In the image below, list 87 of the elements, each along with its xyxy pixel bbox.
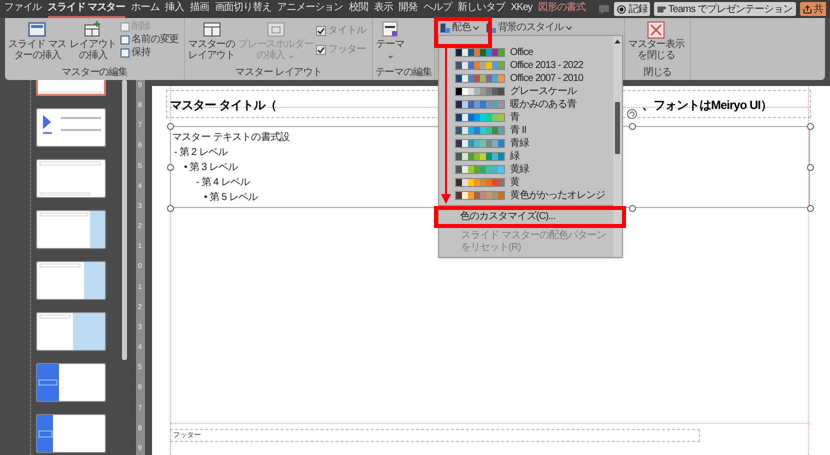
slide-icon [120,35,130,45]
menu-item[interactable]: 青 II [439,124,613,137]
body-text: マスター テキストの書式設 [172,130,290,145]
share-icon [802,4,812,14]
resize-handle[interactable] [167,164,174,171]
slide-master-icon [27,21,48,39]
ribbon-tab[interactable]: 開発 [398,0,418,18]
group-label: テーマの編集 [375,67,432,80]
slide-icon [120,22,130,32]
slide-thumbnail[interactable] [36,414,106,453]
menu-item[interactable]: グレースケール [439,85,613,98]
group-label: 閉じる [643,67,672,80]
ribbon-tab[interactable]: 画面切り替え [214,0,272,18]
slide-thumbnail[interactable] [36,363,106,402]
rotate-handle[interactable] [626,108,638,120]
layout-icon [202,21,222,39]
close-master-view-button[interactable]: マスター表示 を閉じる [628,21,684,61]
resize-handle[interactable] [807,123,814,130]
menu-item[interactable]: 黄 [439,176,613,189]
ribbon-tab[interactable]: ホーム [131,0,160,18]
teams-icon [657,4,666,14]
caret-icon [566,26,572,30]
ribbon-tab[interactable]: ヘルプ [423,0,452,18]
dropdown-button[interactable]: 背景のスタイル [484,21,574,35]
scrollbar[interactable] [615,102,620,154]
slide-thumbnail[interactable] [36,108,106,147]
resize-handle[interactable] [167,123,174,130]
ribbon-button[interactable]: 保持 [120,47,179,59]
slide-title: マスター タイトル（ [170,97,276,114]
ribbon-tab[interactable]: 挿入 [165,0,184,18]
slide-title: 、フォントはMeiryo UI） [642,97,772,114]
comment-icon [598,4,610,14]
resize-handle[interactable] [629,205,636,212]
ribbon-tab[interactable]: ファイル [4,0,42,18]
ribbon-tab[interactable]: 校閲 [349,0,368,18]
customize-colors-item[interactable]: 色のカスタマイズ(C)... [438,210,622,224]
group-label: マスターの編集 [62,67,128,80]
body-text: • 第 5 レベル [203,191,259,205]
ribbon-tab[interactable]: 表示 [374,0,393,18]
resize-handle[interactable] [807,164,814,171]
close-icon [646,21,666,39]
resize-handle[interactable] [807,205,814,212]
highlight-frame [434,17,492,48]
placeholder-icon [266,21,286,39]
ribbon-tab[interactable]: アニメーション [277,0,344,18]
scroll-up-icon [614,39,621,44]
dropdown-button[interactable]: 配色 [438,21,481,35]
group-label: マスター レイアウト [235,67,322,80]
body-text: - 第 4 レベル [195,176,251,190]
ribbon-button[interactable]: スライド マス ターの挿入 [8,21,67,61]
ribbon-button[interactable]: レイアウト の挿入 [70,21,117,61]
ribbon-tab[interactable]: XKey [510,0,532,18]
present-in-teams-button[interactable]: Teams でプレゼンテーション [654,2,796,16]
record-icon [617,4,626,14]
scrollbar[interactable] [122,80,126,360]
body-text: • 第 3 レベル [183,161,239,175]
menu-item[interactable]: 黄緑 [439,163,613,176]
share-button[interactable]: 共 [800,2,826,16]
ribbon-button[interactable]: 名前の変更 [120,34,179,46]
menu-item[interactable]: Office [439,46,613,59]
menu-item[interactable]: Office 2007 - 2010 [439,72,613,85]
checkbox-label: フッター [328,43,366,57]
menu-item[interactable]: 黄色がかったオレンジ [439,189,613,202]
slide-thumbnail[interactable] [36,312,106,351]
menu-item[interactable]: 緑 [439,150,613,163]
ribbon-tab[interactable]: 描画 [190,0,209,18]
palette-icon [486,23,496,33]
theme-icon [380,21,400,39]
menu-item[interactable]: 暖かみのある青 [439,98,613,111]
checkbox-label: タイトル [328,24,366,38]
slide-thumbnail[interactable] [36,159,106,198]
slide-thumbnail[interactable] [36,210,106,249]
resize-handle[interactable] [629,123,636,130]
body-text: - 第 2 レベル [173,146,229,160]
caret-icon [472,26,479,30]
menu-item[interactable]: Office 2013 - 2022 [439,59,613,72]
ribbon-button[interactable]: テーマ ⌄ [376,21,404,61]
slide-thumbnail[interactable] [36,261,106,300]
record-button[interactable]: 記録 [614,2,650,16]
slide-icon [120,48,130,58]
ribbon-button[interactable]: マスターの レイアウト [188,21,236,61]
menu-item[interactable]: 青 [439,111,613,124]
palette-icon [440,23,450,33]
resize-handle[interactable] [167,205,174,212]
menu-item[interactable]: 青緑 [439,137,613,150]
ribbon-tab[interactable]: 新しいタブ [458,0,505,18]
ribbon-tab[interactable]: 図形の書式 [538,0,586,18]
